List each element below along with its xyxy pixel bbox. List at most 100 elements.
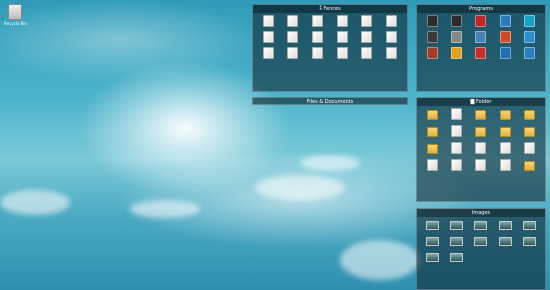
fence-title[interactable]: Images [417,209,545,217]
fence-item[interactable] [256,31,281,44]
fence-item[interactable] [469,142,493,155]
fence-item[interactable] [281,15,306,28]
image-thumbnail-icon [523,237,537,246]
fence-item[interactable] [355,15,380,28]
fence-item[interactable] [330,47,355,60]
fence-item[interactable] [256,47,281,60]
file-icon [386,15,398,27]
fence-item[interactable] [469,47,493,60]
fence-item[interactable] [444,235,468,247]
fence-item[interactable] [420,235,444,247]
fence-item[interactable] [518,142,542,155]
app-icon [475,47,487,59]
fence-item[interactable] [420,142,444,155]
fence-title[interactable]: ▇ Folder [417,98,545,106]
fence-item[interactable] [420,47,444,60]
fence-item[interactable] [518,15,542,28]
fence-item[interactable] [469,15,493,28]
fence-item[interactable] [444,31,468,44]
fence-item[interactable] [444,125,468,138]
fence-item[interactable] [469,31,493,44]
fence-item[interactable] [444,219,468,231]
fence-item[interactable] [444,15,468,28]
fence-grid [420,108,542,172]
fence-item[interactable] [518,31,542,44]
fence-item[interactable] [518,235,542,247]
fence-item[interactable] [518,159,542,172]
fence-item[interactable] [493,235,517,247]
fence-item[interactable] [518,219,542,231]
fence-item[interactable] [420,219,444,231]
fence-item[interactable] [493,15,517,28]
fence-item[interactable] [420,31,444,44]
fence-item[interactable] [281,47,306,60]
fence-item[interactable] [379,31,404,44]
file-icon [287,15,299,27]
fence-fences[interactable]: ⁑ Fences [252,4,408,92]
file-icon [336,15,348,27]
app-icon [426,47,438,59]
fence-item[interactable] [518,125,542,138]
fence-item[interactable] [469,219,493,231]
fence-images[interactable]: Images [416,208,546,290]
fence-item[interactable] [330,31,355,44]
fence-item[interactable] [305,47,330,60]
fence-item[interactable] [256,15,281,28]
fence-grid [420,15,542,60]
file-icon [361,15,373,27]
fence-item[interactable] [444,251,468,263]
fence-item[interactable] [469,108,493,121]
fence-folder[interactable]: ▇ Folder [416,97,546,202]
fence-item[interactable] [420,15,444,28]
fence-item[interactable] [518,47,542,60]
folder-icon [524,110,536,120]
fence-item[interactable] [379,47,404,60]
folder-icon [475,110,487,120]
fence-item[interactable] [420,125,444,138]
file-icon [451,142,463,154]
fence-item[interactable] [420,251,444,263]
fence-item[interactable] [444,47,468,60]
app-icon [499,31,511,43]
fence-title[interactable]: ⁑ Fences [253,5,407,13]
app-icon [524,31,536,43]
fence-item[interactable] [493,47,517,60]
fence-item[interactable] [355,47,380,60]
fence-item[interactable] [493,125,517,138]
app-icon [524,15,536,27]
file-icon [451,125,463,137]
fence-item[interactable] [469,125,493,138]
fence-item[interactable] [330,15,355,28]
fence-item[interactable] [305,15,330,28]
file-icon [524,142,536,154]
fence-item[interactable] [493,159,517,172]
file-icon [287,47,299,59]
fence-item[interactable] [355,31,380,44]
fence-item[interactable] [493,142,517,155]
recycle-bin-icon[interactable]: Recycle Bin [4,4,27,26]
fence-item[interactable] [493,31,517,44]
fence-files-documents[interactable]: Files & Documents [252,97,408,105]
fence-item[interactable] [281,31,306,44]
folder-icon [499,110,511,120]
fence-item[interactable] [305,31,330,44]
folder-icon [426,144,438,154]
fence-item[interactable] [469,235,493,247]
file-icon [336,47,348,59]
fence-item[interactable] [420,159,444,172]
fence-item[interactable] [518,108,542,121]
fence-item[interactable] [493,219,517,231]
fence-item[interactable] [469,159,493,172]
fence-item[interactable] [493,108,517,121]
fence-programs[interactable]: Programs [416,4,546,92]
fence-item[interactable] [420,108,444,121]
fence-item[interactable] [444,159,468,172]
app-icon [524,47,536,59]
fence-item[interactable] [379,15,404,28]
fence-item[interactable] [444,142,468,155]
file-icon [475,159,487,171]
fence-title[interactable]: Programs [417,5,545,13]
fence-item[interactable] [444,108,468,121]
cloud [340,240,420,280]
folder-icon [426,110,438,120]
